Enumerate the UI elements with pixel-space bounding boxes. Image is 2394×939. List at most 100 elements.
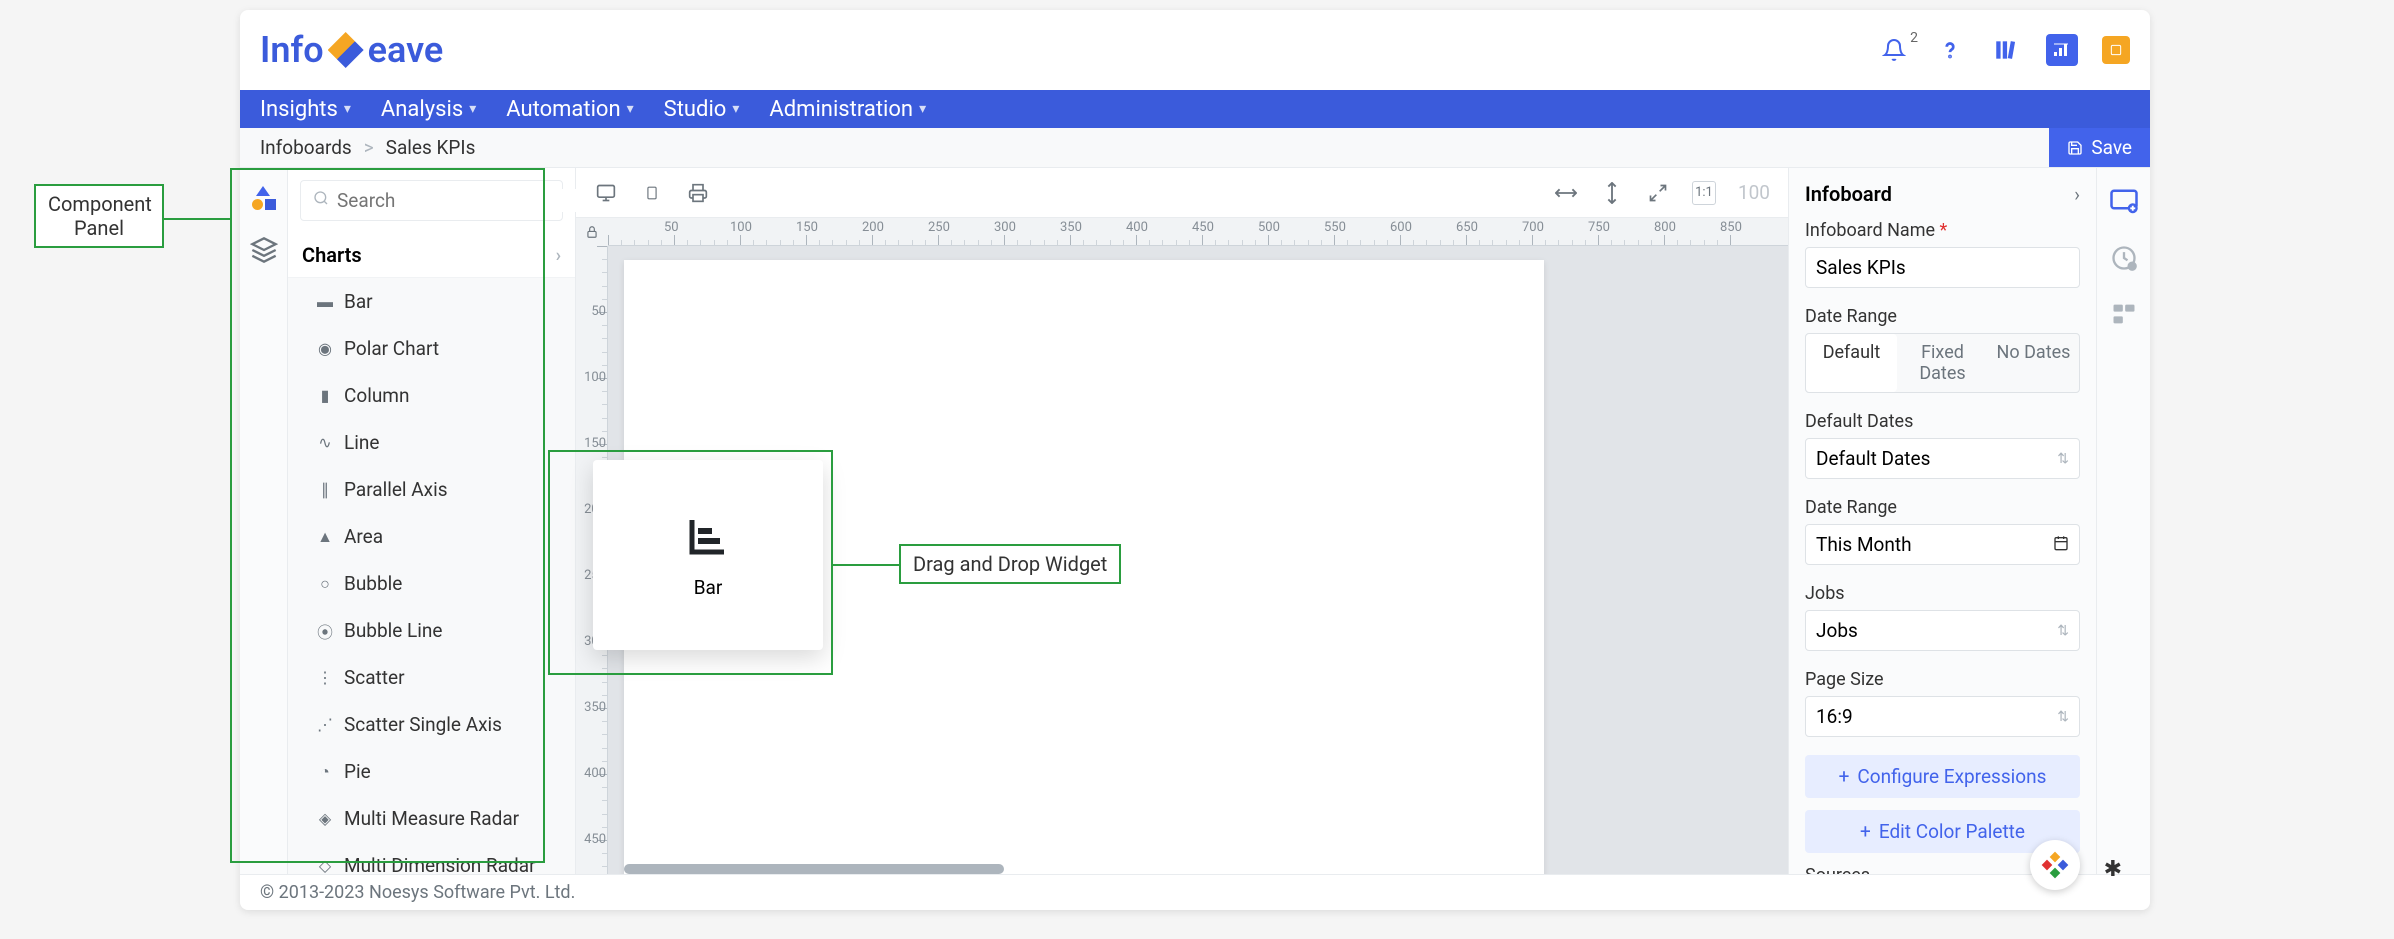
- parallel-axis-icon: ∥: [316, 481, 334, 499]
- chart-item-column[interactable]: ▮Column: [288, 372, 575, 419]
- chart-item-label: Multi Dimension Radar: [344, 854, 536, 874]
- panel-title: Infoboard: [1805, 182, 1892, 206]
- multi-dimension-radar-icon: ◇: [316, 857, 334, 875]
- chart-list: ▬Bar◉Polar Chart▮Column ∿ Line ∥ Parallel Ax…: [288, 278, 575, 874]
- breadcrumb-leaf[interactable]: Sales KPIs: [386, 136, 476, 159]
- chevron-right-icon[interactable]: ›: [2074, 183, 2080, 206]
- chart-item-parallel-axis[interactable]: ∥ Parallel Axis: [288, 466, 575, 513]
- chart-item-scatter-single-axis[interactable]: ⋰ Scatter Single Axis: [288, 701, 575, 748]
- notifications-icon[interactable]: 2: [1878, 34, 1910, 66]
- line-icon: ∿: [316, 434, 334, 452]
- page-size-select[interactable]: 16:9 ⇅: [1805, 696, 2080, 737]
- print-icon[interactable]: [686, 181, 710, 205]
- nav-automation[interactable]: Automation: [506, 97, 633, 122]
- fit-height-icon[interactable]: [1600, 181, 1624, 205]
- bar-icon: ▬: [316, 293, 334, 311]
- select-caret-icon: ⇅: [2057, 451, 2069, 467]
- left-rail: [240, 168, 288, 874]
- schedule-icon[interactable]: [2106, 240, 2142, 276]
- screen-icon[interactable]: [594, 181, 618, 205]
- plus-icon: +: [1839, 765, 1850, 788]
- ratio-indicator[interactable]: 1:1: [1692, 181, 1716, 205]
- breadcrumb-row: Infoboards > Sales KPIs Save: [240, 128, 2150, 168]
- save-button[interactable]: Save: [2049, 128, 2150, 167]
- chart-item-bar[interactable]: ▬Bar: [288, 278, 575, 325]
- page-size-label: Page Size: [1805, 669, 2080, 690]
- jobs-label: Jobs: [1805, 583, 2080, 604]
- infoboard-name-input[interactable]: [1805, 247, 2080, 288]
- chart-item-multi-dimension-radar[interactable]: ◇ Multi Dimension Radar: [288, 842, 575, 874]
- help-icon[interactable]: [1934, 34, 1966, 66]
- chart-item-line[interactable]: ∿ Line: [288, 419, 575, 466]
- chart-item-label: Multi Measure Radar: [344, 807, 519, 830]
- tab-fixed-dates[interactable]: Fixed Dates: [1897, 334, 1988, 392]
- filters-icon[interactable]: [2106, 296, 2142, 332]
- properties-panel: Infoboard › Infoboard Name * Date Range …: [1788, 168, 2096, 874]
- bubble-icon: ○: [316, 575, 334, 593]
- chart-item-bubble[interactable]: ○ Bubble: [288, 560, 575, 607]
- annotation-drag-drop: Drag and Drop Widget: [899, 544, 1121, 584]
- chart-item-bubble-line[interactable]: ⦿Bubble Line: [288, 607, 575, 654]
- chart-item-scatter[interactable]: ⋮Scatter: [288, 654, 575, 701]
- horizontal-scrollbar[interactable]: [624, 864, 1004, 874]
- multi-measure-radar-icon: ◈: [316, 810, 334, 828]
- date-range-tabs: Default Fixed Dates No Dates: [1805, 333, 2080, 393]
- chart-item-multi-measure-radar[interactable]: ◈ Multi Measure Radar: [288, 795, 575, 842]
- charts-section-header[interactable]: Charts ›: [288, 233, 575, 278]
- app-header: Info eave 2: [240, 10, 2150, 90]
- dragged-widget-label: Bar: [694, 576, 723, 599]
- jobs-select[interactable]: Jobs ⇅: [1805, 610, 2080, 651]
- configure-expressions-button[interactable]: + Configure Expressions: [1805, 755, 2080, 798]
- breadcrumb-separator: >: [364, 136, 374, 159]
- chart-item-pie[interactable]: ◔Pie: [288, 748, 575, 795]
- logo[interactable]: Info eave: [260, 29, 443, 71]
- nav-studio[interactable]: Studio: [664, 97, 740, 122]
- annotation-component-panel: Component Panel: [34, 184, 164, 248]
- device-icon[interactable]: [640, 181, 664, 205]
- chart-item-label: Scatter Single Axis: [344, 713, 502, 736]
- tab-no-dates[interactable]: No Dates: [1988, 334, 2079, 392]
- chart-item-label: Line: [344, 431, 379, 454]
- nav-administration[interactable]: Administration: [769, 97, 926, 122]
- app-badge[interactable]: [2030, 840, 2080, 890]
- notes-icon[interactable]: [2102, 36, 2130, 64]
- date-range-label-2: Date Range: [1805, 497, 2080, 518]
- bug-icon[interactable]: ✱: [2104, 857, 2122, 882]
- fullscreen-icon[interactable]: [1646, 181, 1670, 205]
- chart-item-label: Pie: [344, 760, 371, 783]
- layers-icon[interactable]: [250, 236, 278, 264]
- chart-item-label: Area: [344, 525, 383, 548]
- fit-width-icon[interactable]: [1554, 181, 1578, 205]
- ruler-corner[interactable]: [576, 218, 608, 246]
- date-range-select[interactable]: This Month: [1805, 524, 2080, 565]
- select-caret-icon: ⇅: [2057, 623, 2069, 639]
- infoboard-name-label: Infoboard Name *: [1805, 220, 2080, 241]
- components-icon[interactable]: [250, 184, 278, 212]
- breadcrumb-root[interactable]: Infoboards: [260, 136, 352, 159]
- date-range-label: Date Range: [1805, 306, 2080, 327]
- ruler-horizontal[interactable]: 5010015020025030035040045050055060065070…: [608, 218, 1788, 246]
- chart-item-label: Parallel Axis: [344, 478, 448, 501]
- library-icon[interactable]: [1990, 34, 2022, 66]
- chart-item-label: Polar Chart: [344, 337, 439, 360]
- default-dates-select[interactable]: Default Dates ⇅: [1805, 438, 2080, 479]
- right-rail: [2096, 168, 2150, 874]
- nav-insights[interactable]: Insights: [260, 97, 351, 122]
- logo-icon: [328, 32, 364, 68]
- tab-default[interactable]: Default: [1806, 334, 1897, 392]
- infoboard-settings-icon[interactable]: [2106, 184, 2142, 220]
- chart-item-polar-chart[interactable]: ◉Polar Chart: [288, 325, 575, 372]
- notification-badge: 2: [1910, 30, 1918, 46]
- chart-item-area[interactable]: ▲ Area: [288, 513, 575, 560]
- scatter-icon: ⋮: [316, 669, 334, 687]
- dashboard-icon[interactable]: [2046, 34, 2078, 66]
- search-box[interactable]: [300, 180, 563, 221]
- area-icon: ▲: [316, 528, 334, 546]
- column-icon: ▮: [316, 387, 334, 405]
- canvas-toolbar: 1:1 100: [576, 168, 1788, 218]
- dragged-widget[interactable]: Bar: [593, 460, 823, 650]
- search-input[interactable]: [337, 189, 582, 212]
- nav-analysis[interactable]: Analysis: [381, 97, 476, 122]
- scatter-single-axis-icon: ⋰: [316, 716, 334, 734]
- chart-item-label: Bubble: [344, 572, 402, 595]
